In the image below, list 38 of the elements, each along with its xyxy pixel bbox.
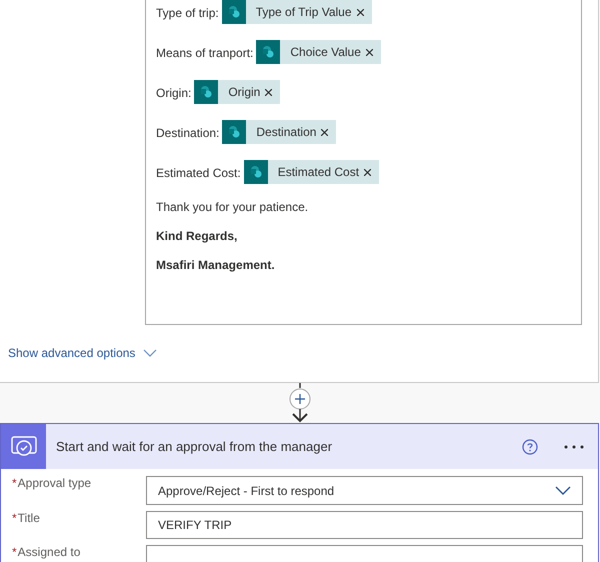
field-label: Means of tranport: [156, 45, 254, 62]
token-text: Origin [228, 84, 260, 101]
chevron-down-icon [143, 349, 158, 357]
token-text: Estimated Cost [278, 164, 360, 181]
chevron-down-icon [555, 486, 571, 495]
token-text: Type of Trip Value [256, 4, 352, 21]
field-label: Destination: [156, 125, 220, 142]
remove-token-icon[interactable] [321, 128, 328, 136]
card-title: Start and wait for an approval from the manager [56, 438, 334, 456]
more-options-icon[interactable] [564, 444, 584, 448]
field-label: Title [18, 511, 40, 525]
field-label: Approval type [18, 476, 92, 490]
sharepoint-icon [222, 120, 246, 144]
field-label: Assigned to [18, 545, 80, 559]
field-label: Origin: [156, 85, 192, 102]
token-text: Choice Value [290, 44, 361, 61]
sharepoint-icon [256, 40, 280, 64]
body-text: Thank you for your patience. [156, 199, 310, 216]
sharepoint-icon [244, 160, 268, 184]
remove-token-icon[interactable] [366, 48, 373, 56]
approval-type-dropdown[interactable]: Approve/Reject - First to respond [146, 476, 583, 505]
text-field[interactable]: VERIFY TRIP [146, 511, 583, 539]
remove-token-icon[interactable] [364, 168, 372, 176]
token-text: Destination [256, 124, 316, 141]
sharepoint-icon [194, 80, 218, 104]
add-step-connector-drawing[interactable] [288, 383, 312, 423]
body-text: Msafiri Management. [156, 257, 276, 274]
required-asterisk: * [12, 476, 17, 490]
remove-token-icon[interactable] [265, 88, 272, 96]
body-text: Kind Regards, [156, 228, 238, 245]
show-advanced-options-link[interactable]: Show advanced options [8, 344, 158, 362]
sharepoint-icon [222, 0, 246, 24]
remove-token-icon[interactable] [356, 8, 364, 16]
required-asterisk: * [12, 545, 17, 559]
help-icon[interactable] [522, 438, 538, 454]
field-label: Estimated Cost: [156, 165, 241, 182]
field-label: Type of trip: [156, 5, 219, 22]
required-asterisk: * [12, 511, 17, 525]
